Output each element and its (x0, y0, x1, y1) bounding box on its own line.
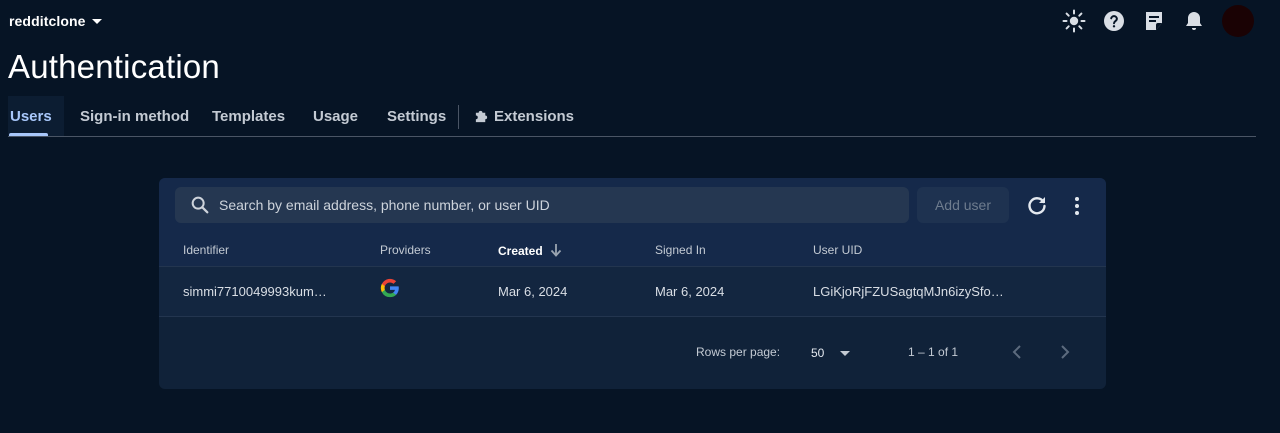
tab-sign-in-method[interactable]: Sign-in method (80, 108, 189, 125)
tab-divider (458, 105, 459, 129)
project-name: redditclone (9, 13, 86, 29)
brightness-icon[interactable] (1062, 9, 1086, 33)
column-header-signed-in[interactable]: Signed In (655, 243, 706, 257)
search-placeholder: Search by email address, phone number, o… (219, 197, 550, 213)
chevron-down-icon (840, 350, 851, 356)
table-header: Identifier Providers Created Signed In U… (159, 233, 1106, 267)
avatar[interactable] (1222, 5, 1254, 37)
tab-settings[interactable]: Settings (387, 108, 446, 125)
notifications-icon[interactable] (1182, 9, 1206, 33)
more-vert-icon[interactable] (1065, 194, 1089, 218)
chevron-down-icon (91, 18, 102, 24)
notes-icon[interactable] (1142, 9, 1166, 33)
extensions-icon (474, 108, 489, 127)
tab-users[interactable]: Users (10, 108, 52, 125)
tab-templates[interactable]: Templates (212, 108, 285, 125)
tab-usage[interactable]: Usage (313, 108, 358, 125)
table-row[interactable]: simmi7710049993kum… Mar 6, 2024 Mar 6, 2… (159, 267, 1106, 317)
column-header-providers: Providers (380, 243, 431, 257)
search-input[interactable]: Search by email address, phone number, o… (175, 187, 909, 223)
tab-extensions-label: Extensions (494, 108, 575, 125)
rows-per-page-value: 50 (811, 346, 825, 360)
google-icon (380, 278, 399, 298)
sort-arrow-down-icon (550, 243, 562, 260)
cell-created: Mar 6, 2024 (498, 284, 568, 299)
column-header-user-uid: User UID (813, 243, 863, 257)
top-bar: redditclone (0, 0, 1280, 44)
pagination-range: 1 – 1 of 1 (908, 345, 959, 359)
rows-per-page-select[interactable]: 50 (811, 343, 861, 363)
cell-identifier: simmi7710049993kum… (183, 284, 327, 299)
chevron-left-icon[interactable] (1007, 340, 1027, 364)
column-header-identifier[interactable]: Identifier (183, 243, 229, 257)
tab-extensions[interactable]: Extensions (474, 108, 574, 127)
chevron-right-icon[interactable] (1055, 340, 1075, 364)
tab-active-indicator (9, 133, 48, 136)
cell-user-uid: LGiKjoRjFZUSagtqMJn6izySfo… (813, 284, 1004, 299)
column-header-created[interactable]: Created (498, 243, 562, 260)
search-icon (191, 196, 209, 214)
add-user-button[interactable]: Add user (917, 187, 1009, 223)
refresh-icon[interactable] (1025, 194, 1049, 218)
project-selector[interactable]: redditclone (9, 13, 102, 29)
tab-bar: Users Sign-in method Templates Usage Set… (8, 96, 1256, 137)
rows-per-page-label: Rows per page: (696, 345, 781, 359)
pagination: Rows per page: 50 1 – 1 of 1 (159, 317, 1106, 389)
users-card: Search by email address, phone number, o… (159, 178, 1106, 389)
cell-signed-in: Mar 6, 2024 (655, 284, 725, 299)
help-icon[interactable] (1102, 9, 1126, 33)
top-actions (1046, 5, 1254, 37)
users-toolbar: Search by email address, phone number, o… (159, 178, 1106, 233)
column-header-created-label: Created (498, 244, 543, 258)
page-title: Authentication (8, 48, 220, 85)
